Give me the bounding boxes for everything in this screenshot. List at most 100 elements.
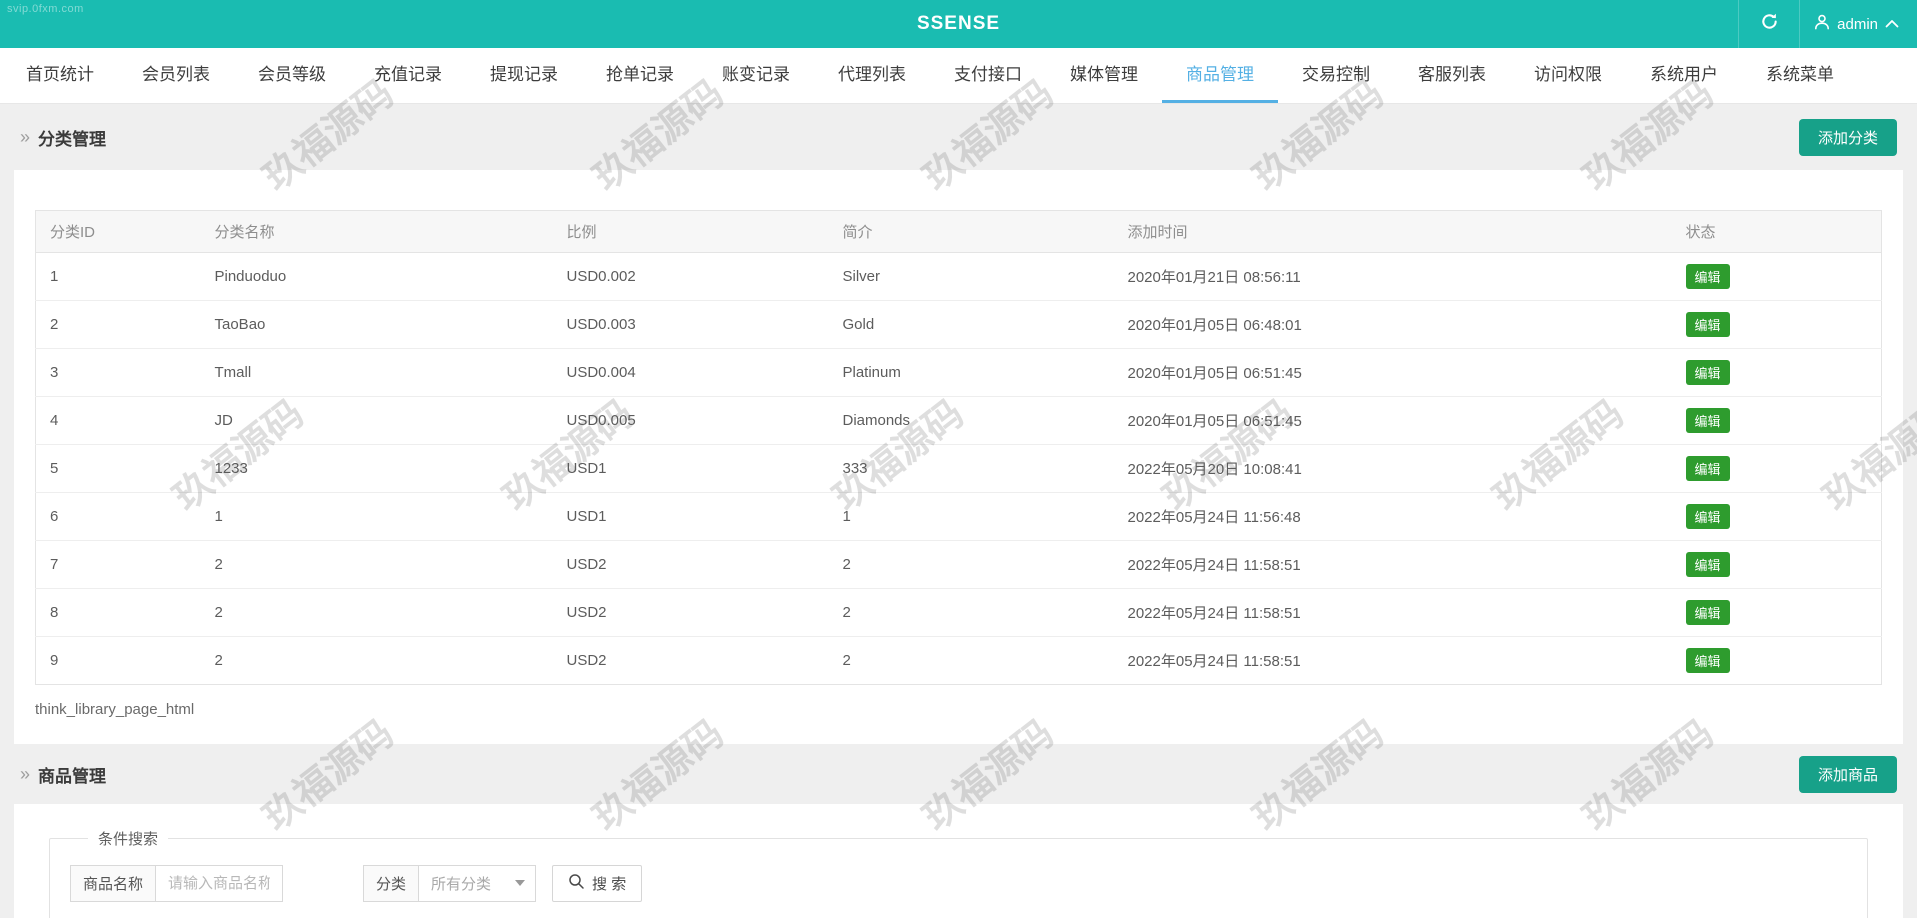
status-cell: 编辑 [1672,637,1882,685]
table-cell: 9 [36,637,201,685]
table-cell: 1233 [201,445,553,493]
nav-item-14[interactable]: 系统用户 [1626,48,1742,103]
nav-item-5[interactable]: 抢单记录 [582,48,698,103]
edit-button[interactable]: 编辑 [1686,456,1730,481]
search-fieldset: 条件搜索 商品名称 分类 所有分类 [49,828,1868,918]
table-cell: 2020年01月21日 08:56:11 [1114,253,1672,301]
add-product-button[interactable]: 添加商品 [1799,756,1897,793]
table-cell: 2 [829,637,1114,685]
table-row: 4JDUSD0.005Diamonds2020年01月05日 06:51:45编… [36,397,1882,445]
table-row: 3TmallUSD0.004Platinum2020年01月05日 06:51:… [36,349,1882,397]
table-cell: USD0.002 [553,253,829,301]
refresh-button[interactable] [1738,0,1800,48]
table-row: 82USD222022年05月24日 11:58:51编辑 [36,589,1882,637]
category-section-bar: » 分类管理 添加分类 [0,104,1917,170]
nav-item-0[interactable]: 首页统计 [2,48,118,103]
nav-item-1[interactable]: 会员列表 [118,48,234,103]
add-category-button[interactable]: 添加分类 [1799,119,1897,156]
category-card: 分类ID分类名称比例简介添加时间状态 1PinduoduoUSD0.002Sil… [14,170,1903,744]
edit-button[interactable]: 编辑 [1686,360,1730,385]
nav-item-3[interactable]: 充值记录 [350,48,466,103]
nav-item-13[interactable]: 访问权限 [1510,48,1626,103]
table-cell: 4 [36,397,201,445]
status-cell: 编辑 [1672,589,1882,637]
category-table: 分类ID分类名称比例简介添加时间状态 1PinduoduoUSD0.002Sil… [35,210,1882,685]
table-row: 72USD222022年05月24日 11:58:51编辑 [36,541,1882,589]
search-icon [568,873,585,894]
table-cell: 1 [201,493,553,541]
column-header: 比例 [553,211,829,253]
breadcrumb-title: 分类管理 [38,125,106,150]
category-select[interactable]: 所有分类 [418,865,536,902]
product-name-group: 商品名称 [70,865,283,902]
nav-item-2[interactable]: 会员等级 [234,48,350,103]
edit-button[interactable]: 编辑 [1686,552,1730,577]
product-name-input[interactable] [155,865,283,902]
nav-item-15[interactable]: 系统菜单 [1742,48,1858,103]
category-table-body: 1PinduoduoUSD0.002Silver2020年01月21日 08:5… [36,253,1882,685]
table-cell: Platinum [829,349,1114,397]
column-header: 简介 [829,211,1114,253]
edit-button[interactable]: 编辑 [1686,648,1730,673]
search-button[interactable]: 搜 索 [552,865,642,902]
nav-item-11[interactable]: 交易控制 [1278,48,1394,103]
user-menu[interactable]: admin [1800,0,1917,48]
category-filter-group: 分类 所有分类 [363,865,536,902]
table-cell: 2 [36,301,201,349]
table-cell: USD0.003 [553,301,829,349]
nav-item-6[interactable]: 账变记录 [698,48,814,103]
product-name-label: 商品名称 [70,865,156,902]
table-cell: 2020年01月05日 06:51:45 [1114,349,1672,397]
status-cell: 编辑 [1672,541,1882,589]
nav-item-4[interactable]: 提现记录 [466,48,582,103]
table-cell: 2 [829,589,1114,637]
category-filter-label: 分类 [363,865,419,902]
product-card: 条件搜索 商品名称 分类 所有分类 [14,804,1903,918]
table-cell: 333 [829,445,1114,493]
edit-button[interactable]: 编辑 [1686,408,1730,433]
table-row: 51233USD13332022年05月20日 10:08:41编辑 [36,445,1882,493]
table-cell: 2 [201,637,553,685]
column-header: 分类ID [36,211,201,253]
table-cell: USD1 [553,445,829,493]
table-cell: Pinduoduo [201,253,553,301]
chevron-up-icon [1885,15,1899,33]
page: svip.0fxm.com SSENSE admin [0,0,1917,918]
edit-button[interactable]: 编辑 [1686,312,1730,337]
app-header: svip.0fxm.com SSENSE admin [0,0,1917,48]
debug-note: think_library_page_html [35,701,1882,718]
table-cell: 2 [201,541,553,589]
edit-button[interactable]: 编辑 [1686,264,1730,289]
column-header: 添加时间 [1114,211,1672,253]
nav-item-10[interactable]: 商品管理 [1162,48,1278,103]
breadcrumb: » 分类管理 [20,125,106,150]
user-icon [1814,14,1830,35]
table-cell: 8 [36,589,201,637]
status-cell: 编辑 [1672,493,1882,541]
main-nav: 首页统计会员列表会员等级充值记录提现记录抢单记录账变记录代理列表支付接口媒体管理… [0,48,1917,104]
nav-item-7[interactable]: 代理列表 [814,48,930,103]
breadcrumb-title: 商品管理 [38,762,106,787]
nav-item-9[interactable]: 媒体管理 [1046,48,1162,103]
status-cell: 编辑 [1672,253,1882,301]
table-cell: 7 [36,541,201,589]
table-cell: TaoBao [201,301,553,349]
search-legend: 条件搜索 [88,828,168,849]
edit-button[interactable]: 编辑 [1686,504,1730,529]
table-cell: Gold [829,301,1114,349]
table-cell: USD2 [553,589,829,637]
table-cell: 5 [36,445,201,493]
status-cell: 编辑 [1672,445,1882,493]
nav-item-8[interactable]: 支付接口 [930,48,1046,103]
status-cell: 编辑 [1672,397,1882,445]
table-cell: 3 [36,349,201,397]
table-cell: 1 [829,493,1114,541]
table-cell: 2022年05月24日 11:58:51 [1114,637,1672,685]
status-cell: 编辑 [1672,301,1882,349]
table-cell: 2022年05月24日 11:56:48 [1114,493,1672,541]
table-cell: USD0.004 [553,349,829,397]
nav-item-12[interactable]: 客服列表 [1394,48,1510,103]
breadcrumb-chevrons-icon: » [20,765,30,783]
page-title: SSENSE [0,0,1917,48]
edit-button[interactable]: 编辑 [1686,600,1730,625]
